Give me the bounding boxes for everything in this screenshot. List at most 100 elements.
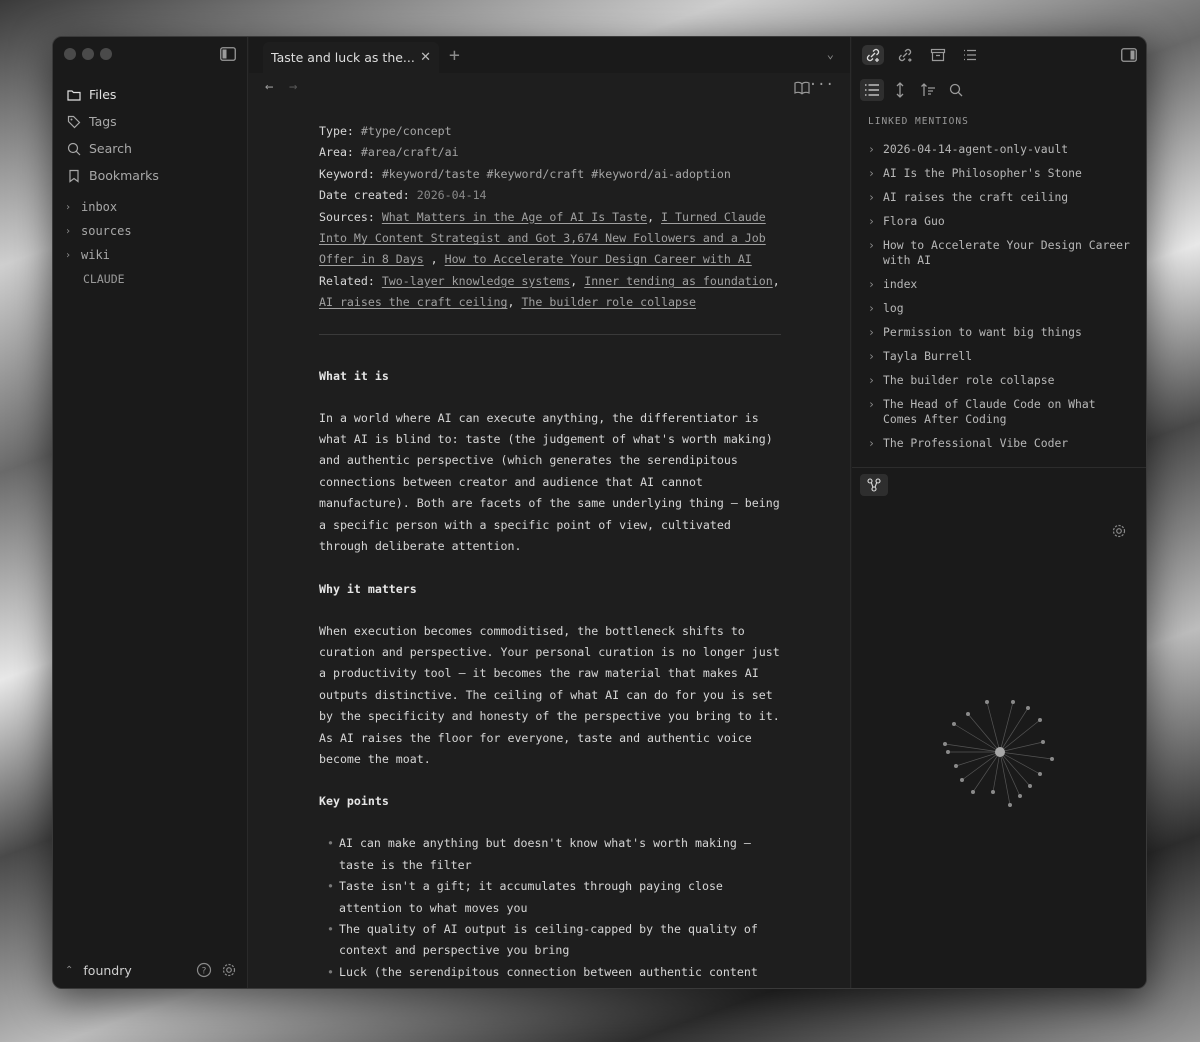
property-related: Related: Two-layer knowledge systems, In… bbox=[319, 273, 780, 310]
linked-mention-item[interactable]: › The builder role collapse bbox=[868, 368, 1132, 392]
nav-files[interactable]: Files bbox=[65, 81, 237, 108]
mention-label: index bbox=[883, 276, 918, 291]
list-item: AI can make anything but doesn't know wh… bbox=[319, 833, 781, 876]
chevron-right-icon: › bbox=[65, 201, 72, 213]
more-options-icon[interactable]: ··· bbox=[809, 77, 834, 93]
back-arrow-icon[interactable]: ← bbox=[265, 79, 273, 95]
tab-list-chevron-down-icon[interactable]: ⌄ bbox=[827, 47, 834, 61]
app-window: Files Tags Search Bookmarks › inbox › so… bbox=[52, 36, 1147, 989]
tab-title: Taste and luck as the... bbox=[271, 50, 415, 65]
linked-mention-item[interactable]: › The Head of Claude Code on What Comes A… bbox=[868, 392, 1132, 431]
folder-wiki[interactable]: › wiki bbox=[65, 243, 237, 267]
tab-bar: Taste and luck as the... ✕ + ⌄ bbox=[249, 37, 850, 73]
chevron-right-icon: › bbox=[65, 225, 72, 237]
heading-what-it-is: What it is bbox=[319, 368, 389, 383]
folder-inbox[interactable]: › inbox bbox=[65, 195, 237, 219]
search-icon bbox=[67, 142, 81, 155]
settings-gear-icon[interactable] bbox=[221, 962, 237, 978]
vault-switcher[interactable]: ⌃ foundry ? bbox=[65, 960, 237, 980]
close-tab-icon[interactable]: ✕ bbox=[420, 50, 431, 65]
source-link[interactable]: How to Accelerate Your Design Career wit… bbox=[445, 252, 752, 266]
local-graph-icon[interactable] bbox=[860, 474, 888, 496]
tag-link[interactable]: #keyword/taste bbox=[382, 167, 480, 181]
source-link[interactable]: What Matters in the Age of AI Is Taste bbox=[382, 210, 647, 224]
heading-key-points: Key points bbox=[319, 794, 389, 809]
paragraph: In a world where AI can execute anything… bbox=[319, 410, 780, 554]
sidebar-toggle-icon[interactable] bbox=[220, 47, 236, 61]
sidebar-nav: Files Tags Search Bookmarks bbox=[65, 81, 237, 189]
mention-label: 2026-04-14-agent-only-vault bbox=[883, 141, 1069, 156]
mention-label: Flora Guo bbox=[883, 213, 945, 228]
paragraph: When execution becomes commoditised, the… bbox=[319, 623, 780, 766]
outline-list-icon[interactable] bbox=[959, 45, 981, 65]
outgoing-links-icon[interactable] bbox=[894, 45, 916, 65]
list-item: Luck (the serendipitous connection betwe… bbox=[319, 962, 781, 988]
folder-label: wiki bbox=[81, 248, 110, 262]
linked-mention-item[interactable]: › AI raises the craft ceiling bbox=[868, 185, 1132, 209]
tag-link[interactable]: #type/concept bbox=[361, 124, 452, 138]
related-link[interactable]: The builder role collapse bbox=[521, 295, 696, 309]
file-claude[interactable]: CLAUDE bbox=[65, 267, 237, 291]
linked-mention-item[interactable]: › log bbox=[868, 296, 1132, 320]
expand-vertical-icon[interactable] bbox=[888, 79, 912, 101]
linked-mention-item[interactable]: › How to Accelerate Your Design Career wi… bbox=[868, 233, 1132, 272]
tag-link[interactable]: #keyword/craft bbox=[487, 167, 585, 181]
property-area: Area: #area/craft/ai bbox=[319, 142, 781, 163]
property-key: Type: bbox=[319, 124, 354, 138]
right-sidebar-tabs bbox=[852, 37, 1146, 73]
tab-active-note[interactable]: Taste and luck as the... ✕ bbox=[263, 42, 439, 73]
graph-center-node[interactable] bbox=[995, 747, 1005, 757]
graph-settings-gear-icon[interactable] bbox=[1111, 523, 1127, 539]
folder-label: inbox bbox=[81, 200, 118, 214]
chevron-right-icon: › bbox=[868, 237, 875, 252]
backlinks-icon[interactable] bbox=[862, 45, 884, 65]
chevron-right-icon: › bbox=[868, 165, 875, 180]
tag-link[interactable]: #area/craft/ai bbox=[361, 145, 459, 159]
new-tab-plus-icon[interactable]: + bbox=[449, 45, 460, 66]
linked-mention-item[interactable]: › 2026-04-14-agent-only-vault bbox=[868, 137, 1132, 161]
minimize-window-button[interactable] bbox=[82, 48, 94, 60]
heading-why-it-matters: Why it matters bbox=[319, 581, 417, 596]
local-graph-view[interactable] bbox=[940, 692, 1060, 812]
sort-order-icon[interactable] bbox=[916, 79, 940, 101]
close-window-button[interactable] bbox=[64, 48, 76, 60]
folder-sources[interactable]: › sources bbox=[65, 219, 237, 243]
linked-mention-item[interactable]: › Flora Guo bbox=[868, 209, 1132, 233]
linked-mention-item[interactable]: › Tayla Burrell bbox=[868, 344, 1132, 368]
list-view-icon[interactable] bbox=[860, 79, 884, 101]
linked-mention-item[interactable]: › The Professional Vibe Coder bbox=[868, 431, 1132, 455]
property-key: Area: bbox=[319, 145, 354, 160]
chevron-right-icon: › bbox=[868, 141, 875, 156]
related-link[interactable]: Inner tending as foundation bbox=[584, 274, 772, 288]
graph-canvas[interactable] bbox=[940, 692, 1060, 812]
search-icon[interactable] bbox=[944, 79, 968, 101]
nav-search[interactable]: Search bbox=[65, 135, 237, 162]
related-link[interactable]: AI raises the craft ceiling bbox=[319, 295, 507, 309]
key-points-list: AI can make anything but doesn't know wh… bbox=[319, 833, 781, 988]
list-item: Taste isn't a gift; it accumulates throu… bbox=[319, 876, 781, 919]
chevron-right-icon: › bbox=[868, 300, 875, 315]
nav-tags[interactable]: Tags bbox=[65, 108, 237, 135]
view-header: ← → ··· bbox=[249, 77, 850, 101]
window-controls bbox=[64, 48, 112, 60]
property-key: Date created: bbox=[319, 188, 410, 203]
tag-link[interactable]: #keyword/ai-adoption bbox=[591, 167, 731, 181]
related-link[interactable]: Two-layer knowledge systems bbox=[382, 274, 570, 288]
maximize-window-button[interactable] bbox=[100, 48, 112, 60]
linked-mentions-list: › 2026-04-14-agent-only-vault › AI Is the … bbox=[868, 137, 1132, 455]
archive-icon[interactable] bbox=[927, 45, 949, 65]
left-sidebar: Files Tags Search Bookmarks › inbox › so… bbox=[53, 37, 248, 988]
property-keyword: Keyword: #keyword/taste #keyword/craft #… bbox=[319, 164, 781, 185]
linked-mention-item[interactable]: › AI Is the Philosopher's Stone bbox=[868, 161, 1132, 185]
reading-view-book-icon[interactable] bbox=[794, 81, 810, 95]
right-sidebar-toggle-icon[interactable] bbox=[1118, 45, 1140, 65]
linked-mention-item[interactable]: › index bbox=[868, 272, 1132, 296]
mention-label: log bbox=[883, 300, 904, 315]
linked-mention-item[interactable]: › Permission to want big things bbox=[868, 320, 1132, 344]
nav-bookmarks[interactable]: Bookmarks bbox=[65, 162, 237, 189]
forward-arrow-icon[interactable]: → bbox=[289, 79, 297, 95]
help-icon[interactable]: ? bbox=[196, 962, 212, 978]
chevron-right-icon: › bbox=[868, 276, 875, 291]
mention-label: AI raises the craft ceiling bbox=[883, 189, 1069, 204]
mention-label: Permission to want big things bbox=[883, 324, 1082, 339]
